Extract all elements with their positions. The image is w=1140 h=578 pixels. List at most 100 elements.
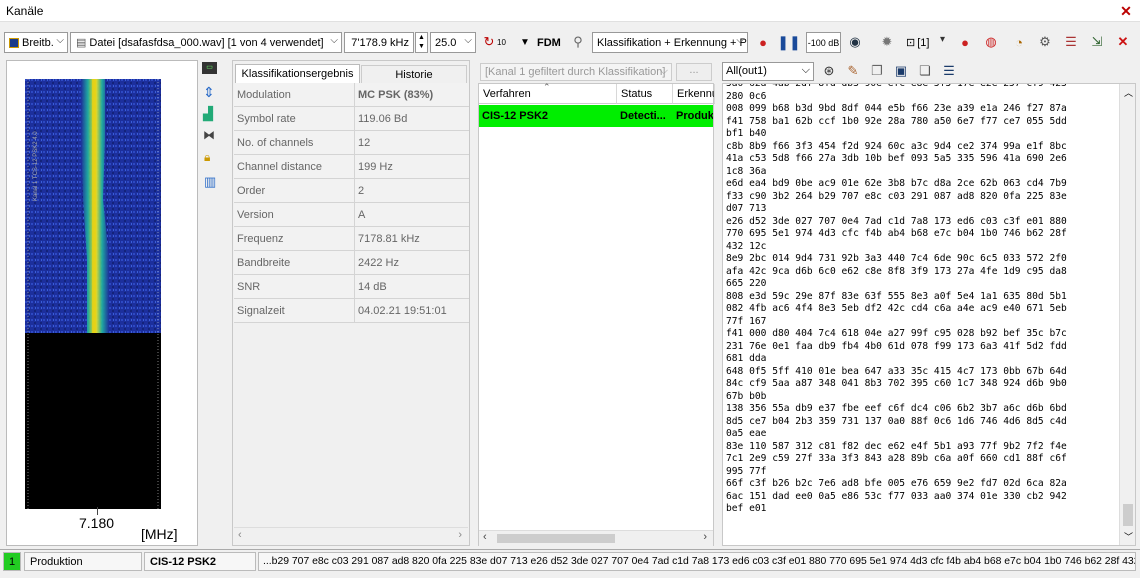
lock-icon[interactable]: 🔒︎ xyxy=(204,150,210,165)
output-select[interactable]: All(out1) ⌵ xyxy=(722,62,814,81)
chevron-down-icon: ⌵ xyxy=(56,35,64,46)
scroll-right-icon[interactable]: › xyxy=(703,531,707,543)
record-icon[interactable]: ● xyxy=(754,33,772,51)
hex-line: 84c cf9 5aa a87 348 041 8b3 702 395 c60 … xyxy=(726,378,1067,389)
title-bar: Kanäle ✕ xyxy=(0,0,1140,22)
frequency-input[interactable]: 7'178.9 kHz xyxy=(344,32,414,53)
hex-line: 231 76e 0e1 faa db9 fb4 4b0 61d 078 f99 … xyxy=(726,340,1067,352)
scrollbar-thumb[interactable] xyxy=(1123,504,1133,526)
scroll-left-icon[interactable]: ‹ xyxy=(483,531,487,543)
tab-classification-result[interactable]: Klassifikationsergebnis xyxy=(235,64,360,84)
table-row[interactable]: CIS-12 PSK2 Detecti... Produk xyxy=(479,105,713,127)
hex-line: afa 42c 9ca d6b 6c0 e62 c8e 8f8 3f9 173 … xyxy=(726,265,1067,277)
hex-line: e26 d52 3de 027 707 0e4 7ad c1d 7a8 173 … xyxy=(726,215,1067,227)
property-value: MC PSK (83%) xyxy=(354,83,433,107)
level-display[interactable]: -100 dB xyxy=(806,32,841,53)
hex-line: 67b b0b xyxy=(726,390,767,402)
hex-line: bf1 b40 xyxy=(726,128,767,139)
property-row: Frequenz 7178.81 kHz xyxy=(234,227,469,251)
output-panel: All(out1) ⌵ ⊛ ✎ ❐ ▣ ❏ ☰ 5a0 62a 4ab 2df … xyxy=(722,60,1136,546)
property-key: Bandbreite xyxy=(237,257,291,269)
align-icon[interactable]: ☰ xyxy=(940,62,958,80)
settings-icon[interactable]: ✹ xyxy=(878,33,896,51)
mirror-icon[interactable]: ⧓ xyxy=(203,128,215,142)
hex-text: 5a0 62a 4ab 2df 8fd db3 90e efc e8e 5f5 … xyxy=(726,83,1118,516)
horizontal-scrollbar[interactable]: ‹ › xyxy=(234,527,468,543)
hex-line: e6d ea4 bd9 0be ac9 01e 62e 3b8 b7c d8a … xyxy=(726,178,1067,189)
channel-scrollbar[interactable]: ‹ › xyxy=(479,530,713,546)
save-icon[interactable]: ▣ xyxy=(892,62,910,80)
channel-filter-select[interactable]: [Kanal 1 gefiltert durch Klassifikation]… xyxy=(480,63,672,81)
waterfall-spectrogram[interactable] xyxy=(25,79,161,509)
refresh-icon[interactable]: ↻ xyxy=(480,33,498,51)
hex-line: bef e01 xyxy=(726,503,767,514)
property-row: No. of channels 12 xyxy=(234,131,469,155)
fdm-label[interactable]: FDM xyxy=(537,37,561,49)
channel-table: Verfahren ⌃ Status Erkennu CIS-12 PSK2 D… xyxy=(478,82,715,546)
bar-chart-icon[interactable]: ▟ xyxy=(203,106,213,122)
hex-line: 280 0c6 xyxy=(726,90,767,102)
side-icon-strip: ▭ ⇕ ▟ ⧓ 🔒︎ ▥ xyxy=(200,60,222,200)
property-row: Symbol rate 119.06 Bd xyxy=(234,107,469,131)
status-index: 1 xyxy=(3,552,21,571)
hex-output[interactable]: 5a0 62a 4ab 2df 8fd db3 90e efc e8e 5f5 … xyxy=(722,83,1136,546)
frequency-stepper[interactable]: ▲ ▼ xyxy=(415,32,428,53)
counter-label: 10 xyxy=(497,38,506,47)
brush-icon[interactable]: ✎ xyxy=(844,62,862,80)
vertical-scrollbar[interactable]: ︿ ﹀ xyxy=(1119,84,1135,545)
column-header-status[interactable]: Status xyxy=(617,84,673,104)
property-value: 119.06 Bd xyxy=(354,107,407,131)
link-icon[interactable]: ⚲ xyxy=(569,33,587,51)
copy-icon[interactable]: ❐ xyxy=(868,62,886,80)
stop-icon[interactable]: ● xyxy=(956,33,974,51)
scroll-right-icon[interactable]: › xyxy=(458,529,462,541)
hex-line: 5a0 62a 4ab 2df 8fd db3 90e efc e8e 5f5 … xyxy=(726,83,1067,89)
property-row: Order 2 xyxy=(234,179,469,203)
delete-icon[interactable]: ✕ xyxy=(1114,33,1132,51)
globe-icon[interactable]: ◉ xyxy=(846,33,864,51)
filter-options-button[interactable]: ... xyxy=(676,63,712,81)
column-header-detection[interactable]: Erkennu xyxy=(673,84,715,104)
status-state: Produktion xyxy=(24,552,142,571)
property-value: 7178.81 kHz xyxy=(354,227,420,251)
hex-line: 6ac 151 dad ee0 0a5 e86 53c f77 033 aa0 … xyxy=(726,490,1067,502)
up-down-arrow-icon[interactable]: ⇕ xyxy=(203,84,215,101)
export-icon[interactable]: ⇲ xyxy=(1088,33,1106,51)
arrow-down-icon[interactable]: ▼ xyxy=(516,33,534,51)
file-select[interactable]: ▤ Datei [dsafasfdsa_000.wav] [1 von 4 ve… xyxy=(70,32,342,53)
hex-line: 83e 110 587 312 c81 f82 dec e62 e4f 5b1 … xyxy=(726,440,1067,452)
gear-icon[interactable]: ⚙ xyxy=(1036,33,1054,51)
property-key: No. of channels xyxy=(237,137,314,149)
hex-line: f41 758 ba1 62b ccf 1b0 92e 28a 780 a50 … xyxy=(726,115,1067,127)
binoculars-icon[interactable]: ⊛ xyxy=(820,62,838,80)
property-value: 04.02.21 19:51:01 xyxy=(354,299,447,323)
hex-line: 665 220 xyxy=(726,278,767,289)
close-icon[interactable]: ✕ xyxy=(1118,3,1134,19)
tab-history[interactable]: Historie xyxy=(361,65,467,84)
scroll-down-icon[interactable]: ﹀ xyxy=(1124,530,1133,543)
property-value: 199 Hz xyxy=(354,155,393,179)
hex-line: 008 099 b68 b3d 9bd 8df 044 e5b f66 23e … xyxy=(726,103,1067,114)
view-mode-select[interactable]: Breitb. ⌵ xyxy=(4,32,68,53)
target-icon[interactable]: ◍ xyxy=(982,33,1000,51)
property-row: Signalzeit 04.02.21 19:51:01 xyxy=(234,299,469,323)
scope-icon[interactable]: ▭ xyxy=(202,62,217,74)
documents-icon[interactable]: ❏ xyxy=(916,62,934,80)
list-icon[interactable]: ☰ xyxy=(1062,33,1080,51)
columns-icon[interactable]: ▥ xyxy=(204,174,216,190)
page-select[interactable]: ⊡ [1] ▾ xyxy=(906,32,948,53)
property-value: A xyxy=(354,203,365,227)
signal-icon[interactable]: ◔ xyxy=(1010,33,1028,51)
hex-line: 432 12c xyxy=(726,240,767,252)
bandwidth-select[interactable]: 25.0 ⌵ xyxy=(430,32,476,53)
property-value: 14 dB xyxy=(354,275,387,299)
classification-select[interactable]: Klassifikation + Erkennung + P ⌵ xyxy=(592,32,748,53)
row-method: CIS-12 PSK2 xyxy=(482,110,549,122)
pause-icon[interactable]: ❚❚ xyxy=(777,33,800,51)
scroll-left-icon[interactable]: ‹ xyxy=(238,529,242,541)
chevron-down-icon: ⌵ xyxy=(659,65,668,77)
property-row: Bandbreite 2422 Hz xyxy=(234,251,469,275)
status-bar: 1 Produktion CIS-12 PSK2 ...b29 707 e8c … xyxy=(0,549,1140,571)
scrollbar-thumb[interactable] xyxy=(497,534,615,543)
scroll-up-icon[interactable]: ︿ xyxy=(1124,86,1133,99)
